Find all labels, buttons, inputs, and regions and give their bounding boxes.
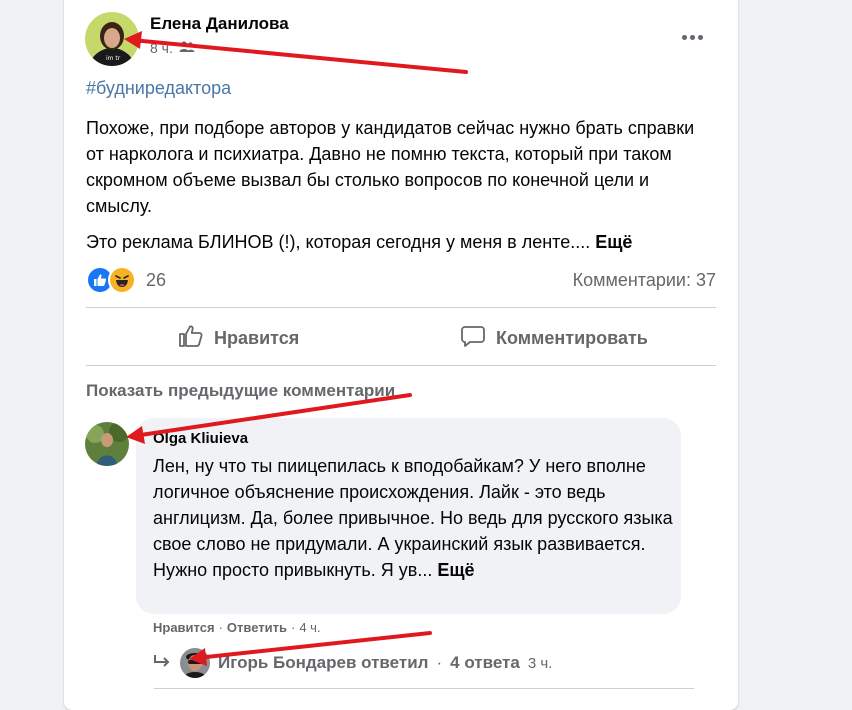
annotation-arrow-3 — [189, 631, 432, 666]
annotation-arrow-1 — [124, 31, 468, 74]
annotation-arrows — [124, 31, 468, 666]
annotation-arrow-2 — [126, 393, 412, 444]
